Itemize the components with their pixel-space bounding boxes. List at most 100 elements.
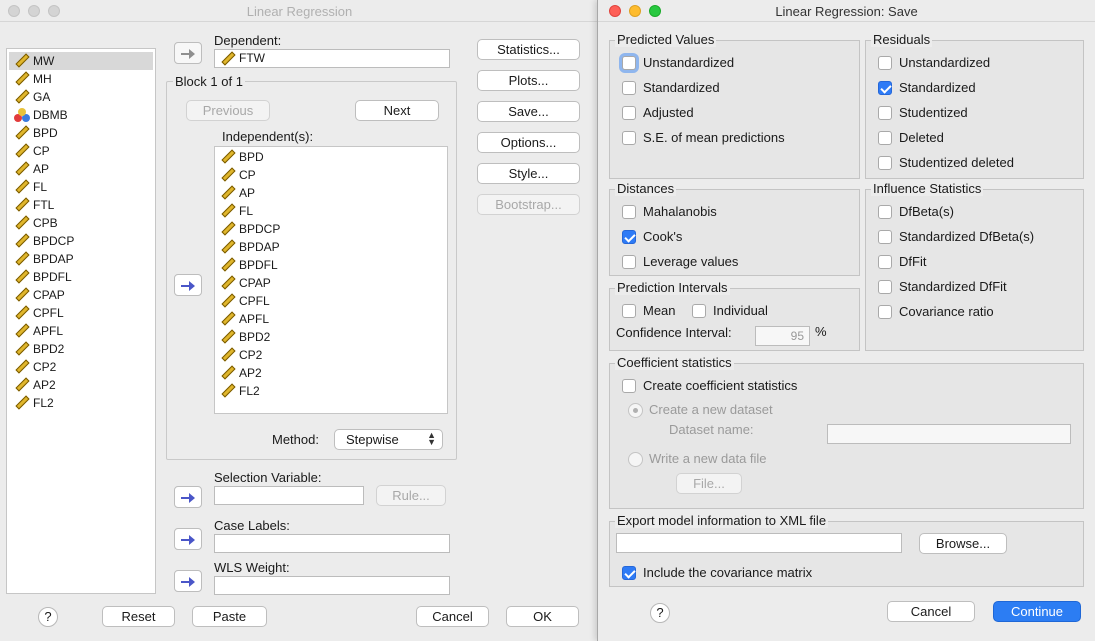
move-to-case-labels-button[interactable] xyxy=(174,528,202,550)
move-to-selection-button[interactable] xyxy=(174,486,202,508)
new-data-file-radio[interactable] xyxy=(628,452,643,467)
paste-button[interactable]: Paste xyxy=(192,606,267,627)
options-button[interactable]: Options... xyxy=(477,132,580,153)
scale-ruler-icon xyxy=(221,347,236,362)
variable-list-item[interactable]: BPDCP xyxy=(9,232,153,250)
variable-list-item[interactable]: FTL xyxy=(9,196,153,214)
variable-name: BPDCP xyxy=(33,234,75,248)
main-cancel-button[interactable]: Cancel xyxy=(416,606,489,627)
include-covariance-checkbox[interactable] xyxy=(622,566,636,580)
pred-standardized-checkbox[interactable] xyxy=(622,81,636,95)
next-block-button[interactable]: Next xyxy=(355,100,439,121)
variable-list-item[interactable]: FL2 xyxy=(9,394,153,412)
move-to-independents-button[interactable] xyxy=(174,274,202,296)
dataset-name-input[interactable] xyxy=(827,424,1071,444)
move-to-wls-weight-button[interactable] xyxy=(174,570,202,592)
file-button[interactable]: File... xyxy=(676,473,742,494)
dfbeta-checkbox[interactable] xyxy=(878,205,892,219)
independent-list-item[interactable]: CPAP xyxy=(217,274,271,292)
pi-mean-checkbox[interactable] xyxy=(622,304,636,318)
export-xml-title: Export model information to XML file xyxy=(615,513,829,528)
save-cancel-button[interactable]: Cancel xyxy=(887,601,975,622)
method-select[interactable]: Stepwise ▲ ▼ xyxy=(334,429,443,450)
reset-button[interactable]: Reset xyxy=(102,606,175,627)
resid-deleted-checkbox[interactable] xyxy=(878,131,892,145)
resid-studentized-deleted-checkbox[interactable] xyxy=(878,156,892,170)
independent-list-item[interactable]: BPDCP xyxy=(217,220,280,238)
main-window-title: Linear Regression xyxy=(246,4,353,19)
scale-ruler-icon xyxy=(15,71,30,86)
confidence-interval-input[interactable]: 95 xyxy=(755,326,810,346)
create-coefficient-checkbox[interactable] xyxy=(622,379,636,393)
plots-button[interactable]: Plots... xyxy=(477,70,580,91)
selection-variable-field[interactable] xyxy=(214,486,364,505)
source-variable-list[interactable]: MW MH GA DBMB BPD CP AP FL FTL CPB BPDCP BPDAP BPDFL… xyxy=(6,48,156,594)
case-labels-field[interactable] xyxy=(214,534,450,553)
pred-adjusted-checkbox[interactable] xyxy=(622,106,636,120)
save-button[interactable]: Save... xyxy=(477,101,580,122)
std-dfbeta-checkbox[interactable] xyxy=(878,230,892,244)
independent-list-item[interactable]: AP2 xyxy=(217,364,262,382)
pi-individual-checkbox[interactable] xyxy=(692,304,706,318)
variable-list-item[interactable]: BPDFL xyxy=(9,268,153,286)
variable-list-item[interactable]: CPAP xyxy=(9,286,153,304)
mahalanobis-checkbox[interactable] xyxy=(622,205,636,219)
independent-list-item[interactable]: BPDFL xyxy=(217,256,278,274)
resid-standardized-checkbox[interactable] xyxy=(878,81,892,95)
independent-list-item[interactable]: BPD2 xyxy=(217,328,270,346)
new-dataset-radio[interactable] xyxy=(628,403,643,418)
help-icon[interactable]: ? xyxy=(38,607,58,627)
dependent-field[interactable]: FTW xyxy=(214,49,450,68)
continue-button[interactable]: Continue xyxy=(993,601,1081,622)
independent-list-item[interactable]: CP2 xyxy=(217,346,262,364)
move-to-dependent-button[interactable] xyxy=(174,42,202,64)
variable-list-item[interactable]: BPD2 xyxy=(9,340,153,358)
wls-weight-field[interactable] xyxy=(214,576,450,595)
leverage-checkbox[interactable] xyxy=(622,255,636,269)
xml-file-path-input[interactable] xyxy=(616,533,902,553)
variable-list-item[interactable]: CPB xyxy=(9,214,153,232)
independent-list-item[interactable]: FL2 xyxy=(217,382,260,400)
variable-list-item[interactable]: APFL xyxy=(9,322,153,340)
scale-ruler-icon xyxy=(221,257,236,272)
rule-button[interactable]: Rule... xyxy=(376,485,446,506)
independent-list-item[interactable]: FL xyxy=(217,202,253,220)
std-dffit-checkbox[interactable] xyxy=(878,280,892,294)
bootstrap-button[interactable]: Bootstrap... xyxy=(477,194,580,215)
variable-list-item[interactable]: CP2 xyxy=(9,358,153,376)
browse-button[interactable]: Browse... xyxy=(919,533,1007,554)
variable-list-item[interactable]: MH xyxy=(9,70,153,88)
independent-list-item[interactable]: CPFL xyxy=(217,292,270,310)
help-icon[interactable]: ? xyxy=(650,603,670,623)
independent-list-item[interactable]: AP xyxy=(217,184,255,202)
resid-studentized-checkbox[interactable] xyxy=(878,106,892,120)
independent-list-item[interactable]: BPDAP xyxy=(217,238,280,256)
dffit-checkbox[interactable] xyxy=(878,255,892,269)
cooks-checkbox[interactable] xyxy=(622,230,636,244)
independents-list[interactable]: BPD CP AP FL BPDCP BPDAP BPDFL CPAP CPFL APFL BPD2… xyxy=(214,146,448,414)
resid-unstandardized-checkbox[interactable] xyxy=(878,56,892,70)
dependent-label: Dependent: xyxy=(214,33,282,48)
independent-list-item[interactable]: APFL xyxy=(217,310,269,328)
variable-list-item[interactable]: BPDAP xyxy=(9,250,153,268)
ok-button[interactable]: OK xyxy=(506,606,579,627)
cooks-label: Cook's xyxy=(643,229,683,244)
previous-block-button[interactable]: Previous xyxy=(186,100,270,121)
statistics-button[interactable]: Statistics... xyxy=(477,39,580,60)
new-data-file-label: Write a new data file xyxy=(649,451,767,466)
independent-list-item[interactable]: BPD xyxy=(217,148,264,166)
variable-list-item[interactable]: CPFL xyxy=(9,304,153,322)
variable-list-item[interactable]: GA xyxy=(9,88,153,106)
variable-list-item[interactable]: BPD xyxy=(9,124,153,142)
style-button[interactable]: Style... xyxy=(477,163,580,184)
variable-list-item[interactable]: CP xyxy=(9,142,153,160)
variable-list-item[interactable]: AP2 xyxy=(9,376,153,394)
pred-se-mean-checkbox[interactable] xyxy=(622,131,636,145)
variable-list-item[interactable]: AP xyxy=(9,160,153,178)
variable-list-item[interactable]: DBMB xyxy=(9,106,153,124)
variable-list-item[interactable]: MW xyxy=(9,52,153,70)
variable-list-item[interactable]: FL xyxy=(9,178,153,196)
independent-list-item[interactable]: CP xyxy=(217,166,256,184)
covariance-ratio-checkbox[interactable] xyxy=(878,305,892,319)
pred-unstandardized-checkbox[interactable] xyxy=(622,56,636,70)
